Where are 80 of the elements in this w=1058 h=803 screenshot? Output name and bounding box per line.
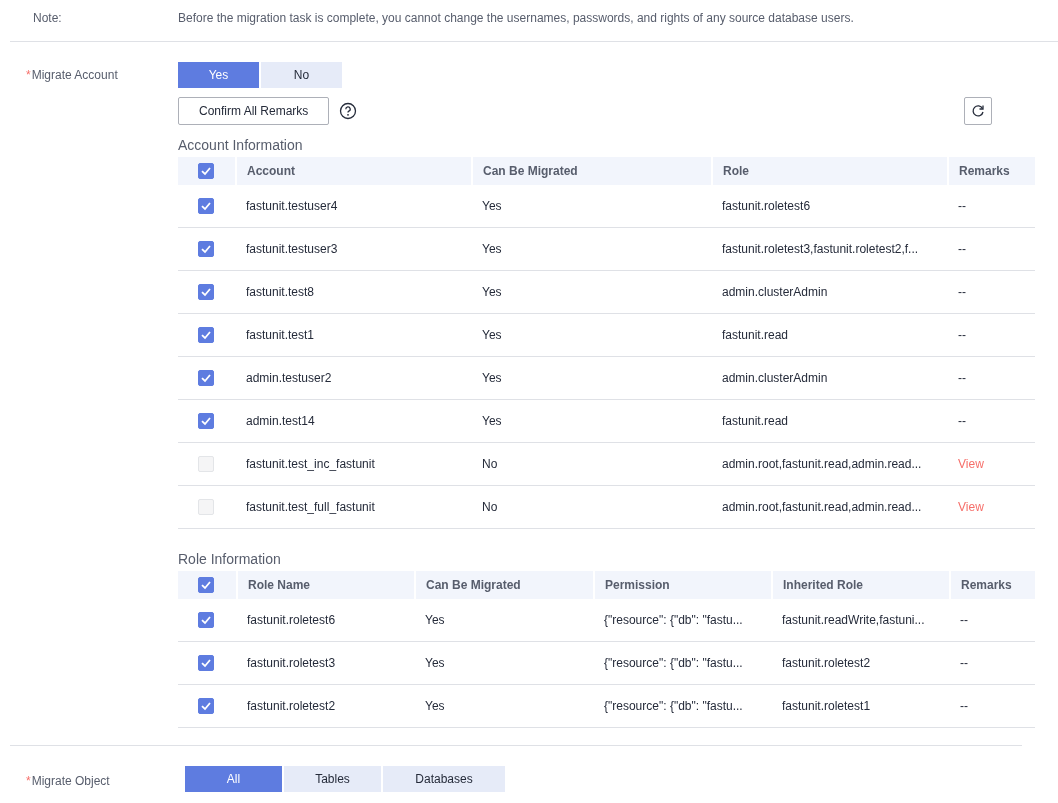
table-cell: fastunit.testuser4 xyxy=(236,185,472,228)
table-cell: Yes xyxy=(415,599,594,642)
field-label: Note: xyxy=(32,11,63,25)
table-cell: -- xyxy=(958,242,966,256)
table-cell: fastunit.roletest2 xyxy=(772,641,950,685)
table-cell: fastunit.test1 xyxy=(236,313,472,357)
table-cell: admin.root,fastunit.read,admin.read... xyxy=(712,442,948,486)
table-cell: admin.test14 xyxy=(236,399,472,443)
table-cell: {"resource": {"db": "fastu... xyxy=(594,599,772,642)
segment-option[interactable]: Databases xyxy=(383,766,505,792)
note-text: Before the migration task is complete, you cannot change the usernames, passwords, and rights of any source database users. xyxy=(178,11,854,25)
checkbox[interactable] xyxy=(198,370,214,386)
checkbox[interactable] xyxy=(198,655,214,671)
checkbox[interactable] xyxy=(198,163,214,179)
table-cell: Yes xyxy=(472,270,712,314)
column-header: Role Name xyxy=(237,571,415,599)
segment-option[interactable]: No xyxy=(261,62,342,88)
table-cell: {"resource": {"db": "fastu... xyxy=(594,684,772,728)
column-header: Account xyxy=(236,157,472,185)
checkbox[interactable] xyxy=(198,698,214,714)
table-cell: Yes xyxy=(472,313,712,357)
table-cell: fastunit.test_inc_fastunit xyxy=(236,442,472,486)
field-label: *Migrate Object xyxy=(25,773,111,788)
refresh-icon xyxy=(971,104,985,118)
table-cell: -- xyxy=(958,328,966,342)
table-cell: Yes xyxy=(415,684,594,728)
table-cell: Yes xyxy=(415,641,594,685)
checkbox[interactable] xyxy=(198,612,214,628)
refresh-button[interactable] xyxy=(964,97,992,125)
table-cell: No xyxy=(472,485,712,529)
table-cell: No xyxy=(472,442,712,486)
column-header: Inherited Role xyxy=(772,571,950,599)
checkbox[interactable] xyxy=(198,241,214,257)
table-cell: fastunit.roletest6 xyxy=(712,185,948,228)
table-cell: fastunit.roletest3,fastunit.roletest2,f... xyxy=(712,227,948,271)
segment-option[interactable]: All xyxy=(185,766,282,792)
column-header: Can Be Migrated xyxy=(415,571,594,599)
column-header: Role xyxy=(712,157,948,185)
table-cell: admin.testuser2 xyxy=(236,356,472,400)
table-cell: fastunit.test8 xyxy=(236,270,472,314)
table-cell: fastunit.roletest2 xyxy=(237,684,415,728)
section-title: Account Information xyxy=(178,137,304,153)
table-cell: admin.clusterAdmin xyxy=(712,270,948,314)
table-cell: Yes xyxy=(472,399,712,443)
table-cell: fastunit.roletest1 xyxy=(772,684,950,728)
column-header: Remarks xyxy=(948,157,1035,185)
table-cell: -- xyxy=(960,613,968,627)
checkbox[interactable] xyxy=(198,577,214,593)
help-icon[interactable] xyxy=(339,102,358,120)
column-header: Permission xyxy=(594,571,772,599)
checkbox[interactable] xyxy=(198,327,214,343)
column-header: Remarks xyxy=(950,571,1035,599)
table-cell: Yes xyxy=(472,185,712,228)
table-cell: -- xyxy=(958,414,966,428)
table-cell: -- xyxy=(958,371,966,385)
table-cell: fastunit.roletest6 xyxy=(237,599,415,642)
table-cell: Yes xyxy=(472,227,712,271)
table-cell: admin.clusterAdmin xyxy=(712,356,948,400)
table-cell: fastunit.read xyxy=(712,399,948,443)
table-cell: -- xyxy=(958,199,966,213)
table-cell: -- xyxy=(960,699,968,713)
confirm-all-remarks-button[interactable]: Confirm All Remarks xyxy=(178,97,330,125)
checkbox[interactable] xyxy=(198,284,214,300)
field-label: *Migrate Account xyxy=(25,67,119,82)
table-cell: {"resource": {"db": "fastu... xyxy=(594,641,772,685)
table-cell: fastunit.read xyxy=(712,313,948,357)
table-cell: -- xyxy=(960,656,968,670)
column-header: Can Be Migrated xyxy=(472,157,712,185)
section-title: Role Information xyxy=(178,551,282,567)
table-cell: fastunit.testuser3 xyxy=(236,227,472,271)
checkbox[interactable] xyxy=(198,198,214,214)
checkbox[interactable] xyxy=(198,413,214,429)
table-cell: -- xyxy=(958,285,966,299)
segment-option[interactable]: Yes xyxy=(178,62,259,88)
table-cell: fastunit.test_full_fastunit xyxy=(236,485,472,529)
table-cell: admin.root,fastunit.read,admin.read... xyxy=(712,485,948,529)
table-cell: fastunit.roletest3 xyxy=(237,641,415,685)
table-cell: Yes xyxy=(472,356,712,400)
table-cell: fastunit.readWrite,fastuni... xyxy=(772,599,950,642)
segment-option[interactable]: Tables xyxy=(284,766,381,792)
